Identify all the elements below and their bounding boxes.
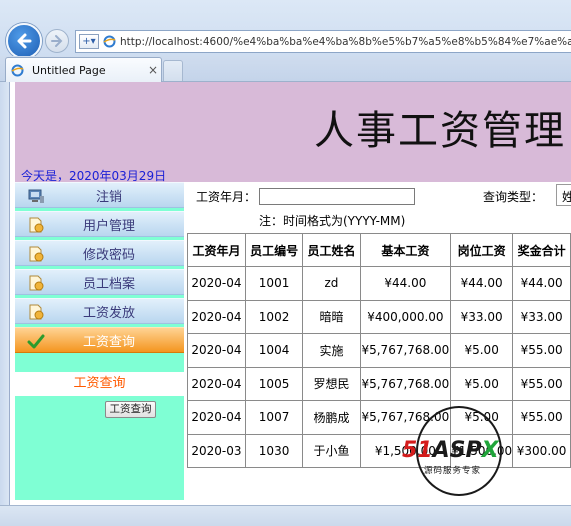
tab-strip: Untitled Page × [0, 56, 571, 82]
sidebar-item-label: 员工档案 [82, 276, 135, 292]
table-cell: 于小鱼 [302, 433, 361, 468]
table-cell: 2020-03 [187, 433, 246, 468]
table-cell: 2020-04 [187, 333, 246, 368]
sidebar-item-salary-payment[interactable]: 工资发放 [15, 298, 184, 324]
sidebar-item-label: 用户管理 [82, 218, 135, 234]
query-type-label: 查询类型： [483, 190, 544, 204]
watermark-tagline: 源码服务专家 [424, 466, 482, 476]
month-input[interactable] [259, 188, 415, 205]
query-form: 工资年月： 注：时间格式为(YYYY-MM) 查询类型： 姓 [184, 182, 571, 232]
table-cell: 暗暗 [302, 299, 361, 334]
page-viewport: 人事工资管理 今天是，2020年03月29日 注销 用户管理 修改密码 员工档案… [9, 82, 571, 505]
sidebar-item-change-password[interactable]: 修改密码 [15, 240, 184, 266]
salary-query-button[interactable]: 工资查询 [105, 401, 156, 418]
table-cell: 2020-04 [187, 299, 246, 334]
sidebar-item-employee-records[interactable]: 员工档案 [15, 269, 184, 295]
page-title: 人事工资管理 [314, 108, 566, 154]
table-header-row: 工资年月 员工编号 员工姓名 基本工资 岗位工资 奖金合计 [187, 233, 571, 267]
table-cell: ¥44.00 [359, 266, 452, 301]
sidebar-item-label: 工资查询 [82, 334, 135, 350]
table-cell: 实施 [302, 333, 361, 368]
document-icon [29, 246, 44, 262]
table-cell: 1002 [244, 299, 304, 334]
tab-title: Untitled Page [32, 63, 106, 77]
sidebar: 注销 用户管理 修改密码 员工档案 工资发放 工资查询 工资查询 工资查询 [15, 182, 184, 500]
table-cell: ¥55.00 [512, 366, 571, 401]
arrow-right-icon [51, 35, 63, 47]
table-cell: 1001 [244, 266, 304, 301]
ie-page-icon [103, 35, 116, 48]
checkmark-icon [27, 334, 45, 349]
sidebar-item-logout[interactable]: 注销 [15, 182, 184, 208]
query-type-select[interactable]: 姓 [556, 184, 571, 206]
table-cell: 2020-04 [187, 366, 246, 401]
sidebar-item-user-management[interactable]: 用户管理 [15, 211, 184, 237]
table-row: 2020-04 1004 实施 ¥5,767,768.00 ¥5.00 ¥55.… [187, 333, 571, 368]
status-bar [0, 505, 571, 526]
window-frame [0, 82, 9, 505]
url-text[interactable]: http://localhost:4600/%e4%ba%ba%e4%ba%8b… [120, 36, 571, 48]
table-cell: 1004 [244, 333, 304, 368]
table-row: 2020-04 1002 暗暗 ¥400,000.00 ¥33.00 ¥33.0… [187, 299, 571, 334]
table-cell: ¥400,000.00 [359, 299, 452, 334]
watermark-brand: 51ASPX [402, 438, 499, 463]
table-cell: 罗想民 [302, 366, 361, 401]
browser-toolbar: +▾ http://localhost:4600/%e4%ba%ba%e4%ba… [0, 0, 571, 60]
address-bar[interactable]: +▾ http://localhost:4600/%e4%ba%ba%e4%ba… [75, 30, 571, 53]
table-row: 2020-04 1001 zd ¥44.00 ¥44.00 ¥44.00 [187, 266, 571, 301]
address-dropdown-icon[interactable]: +▾ [79, 34, 99, 49]
new-tab-button[interactable] [163, 60, 183, 81]
sidebar-item-label: 修改密码 [82, 247, 135, 263]
table-cell: zd [302, 266, 361, 301]
table-cell: ¥5.00 [450, 333, 514, 368]
sidebar-item-label: 注销 [95, 189, 122, 205]
submenu-title: 工资查询 [15, 372, 184, 396]
table-cell: 2020-04 [187, 400, 246, 435]
table-cell: 1005 [244, 366, 304, 401]
table-cell: 2020-04 [187, 266, 246, 301]
column-header: 员工编号 [244, 233, 304, 267]
table-cell: 1007 [244, 400, 304, 435]
document-icon [29, 304, 44, 320]
forward-button[interactable] [45, 29, 69, 53]
monitor-icon [28, 189, 44, 203]
table-cell: ¥5,767,768.00 [359, 333, 452, 368]
table-cell: ¥55.00 [512, 333, 571, 368]
browser-tab[interactable]: Untitled Page × [5, 57, 162, 82]
sidebar-item-label: 工资发放 [82, 305, 135, 321]
table-row: 2020-04 1005 罗想民 ¥5,767,768.00 ¥5.00 ¥55… [187, 366, 571, 401]
ie-page-icon [11, 64, 24, 76]
table-cell: ¥33.00 [450, 299, 514, 334]
table-cell: ¥44.00 [450, 266, 514, 301]
month-label: 工资年月： [196, 190, 257, 204]
column-header: 奖金合计 [512, 233, 571, 267]
table-cell: ¥5.00 [450, 366, 514, 401]
column-header: 岗位工资 [450, 233, 514, 267]
watermark-logo: 51ASPX 源码服务专家 [402, 406, 524, 496]
column-header: 员工姓名 [302, 233, 361, 267]
format-hint: 注：时间格式为(YYYY-MM) [259, 214, 406, 228]
document-icon [29, 275, 44, 291]
document-icon [29, 217, 44, 233]
close-icon[interactable]: × [145, 63, 161, 77]
sidebar-item-salary-query[interactable]: 工资查询 [15, 327, 184, 353]
back-button[interactable] [6, 23, 42, 59]
column-header: 工资年月 [187, 233, 246, 267]
header-banner: 人事工资管理 今天是，2020年03月29日 [15, 82, 571, 183]
table-cell: ¥44.00 [512, 266, 571, 301]
table-cell: 1030 [244, 433, 304, 468]
table-cell: ¥33.00 [512, 299, 571, 334]
table-cell: ¥5,767,768.00 [359, 366, 452, 401]
arrow-left-icon [17, 33, 32, 49]
column-header: 基本工资 [359, 233, 452, 267]
table-cell: 杨鹏成 [302, 400, 361, 435]
